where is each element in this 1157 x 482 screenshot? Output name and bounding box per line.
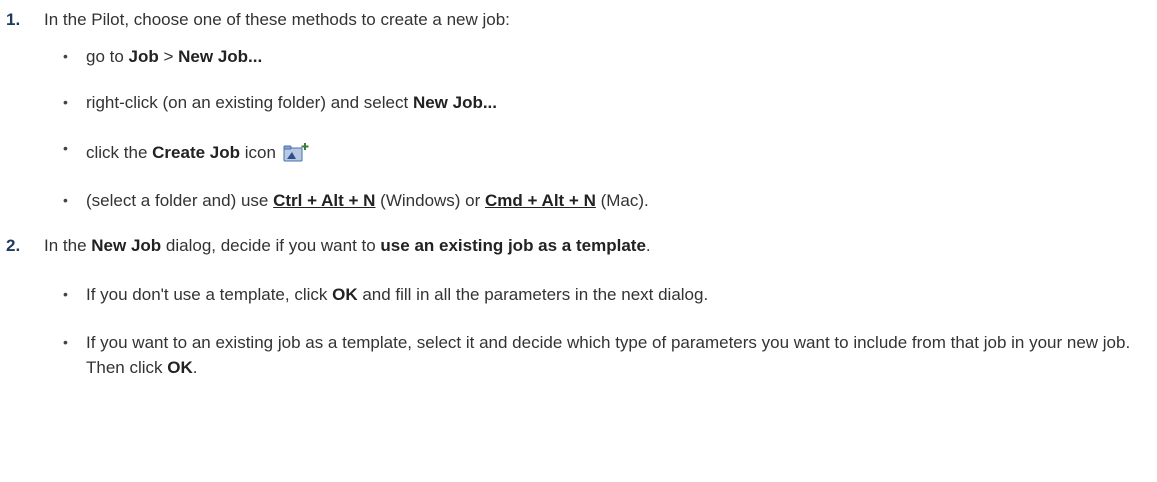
shortcut-mac: Cmd + Alt + N bbox=[485, 191, 596, 210]
text-span: right-click (on an existing folder) and … bbox=[86, 93, 413, 112]
text-span: > bbox=[158, 47, 179, 66]
list-item: • If you want to an existing job as a te… bbox=[0, 330, 1146, 380]
bullet-icon: • bbox=[63, 286, 68, 302]
text-span: dialog, decide if you want to bbox=[161, 236, 381, 255]
bullet-text: If you don't use a template, click OK an… bbox=[86, 285, 708, 304]
list-item: • go to Job > New Job... bbox=[0, 44, 1157, 69]
list-item: • If you don't use a template, click OK … bbox=[0, 282, 1157, 307]
text-span: and fill in all the parameters in the ne… bbox=[357, 285, 709, 304]
text-span: go to bbox=[86, 47, 129, 66]
bullet-icon: • bbox=[63, 192, 68, 208]
bullet-icon: • bbox=[63, 48, 68, 64]
text-span: icon bbox=[240, 143, 281, 162]
new-job-dialog-label: New Job bbox=[91, 236, 162, 255]
menu-new-job: New Job... bbox=[412, 93, 498, 112]
bullet-text: go to Job > New Job... bbox=[86, 47, 262, 66]
template-option-label: use an existing job as a template bbox=[380, 236, 646, 255]
bullet-text: (select a folder and) use Ctrl + Alt + N… bbox=[86, 191, 649, 210]
text-span: If you don't use a template, click bbox=[86, 285, 333, 304]
bullet-text: If you want to an existing job as a temp… bbox=[86, 333, 1130, 377]
text-span: (Windows) or bbox=[375, 191, 486, 210]
bullet-text: click the Create Job icon bbox=[86, 143, 311, 162]
step-1: 1. In the Pilot, choose one of these met… bbox=[0, 8, 1157, 32]
create-job-label: Create Job bbox=[152, 143, 241, 162]
text-span: In the bbox=[44, 236, 92, 255]
text-span: If you want to an existing job as a temp… bbox=[86, 333, 1131, 377]
ok-button-label: OK bbox=[167, 358, 193, 377]
shortcut-windows: Ctrl + Alt + N bbox=[273, 191, 376, 210]
list-item: • (select a folder and) use Ctrl + Alt +… bbox=[0, 188, 1157, 213]
step-text: In the Pilot, choose one of these method… bbox=[44, 10, 510, 29]
bullet-text: right-click (on an existing folder) and … bbox=[86, 93, 497, 112]
bullet-icon: • bbox=[63, 334, 68, 350]
text-span: . bbox=[192, 358, 198, 377]
list-item: • right-click (on an existing folder) an… bbox=[0, 90, 1157, 115]
text-span: click the bbox=[86, 143, 153, 162]
step-number: 2. bbox=[6, 236, 21, 255]
create-job-icon bbox=[283, 142, 311, 162]
bullet-icon: • bbox=[63, 94, 68, 110]
step-2: 2. In the New Job dialog, decide if you … bbox=[0, 234, 1157, 258]
step-text: In the New Job dialog, decide if you wan… bbox=[44, 234, 1157, 258]
step-number: 1. bbox=[6, 10, 21, 29]
menu-new-job: New Job... bbox=[178, 47, 263, 66]
document-body: 1. In the Pilot, choose one of these met… bbox=[0, 0, 1157, 377]
bullet-icon: • bbox=[63, 140, 68, 156]
ok-button-label: OK bbox=[332, 285, 358, 304]
text-span: (select a folder and) use bbox=[86, 191, 274, 210]
list-item: • click the Create Job icon bbox=[0, 140, 1157, 165]
menu-job: Job bbox=[128, 47, 159, 66]
text-span: (Mac). bbox=[595, 191, 649, 210]
text-span: . bbox=[645, 236, 651, 255]
